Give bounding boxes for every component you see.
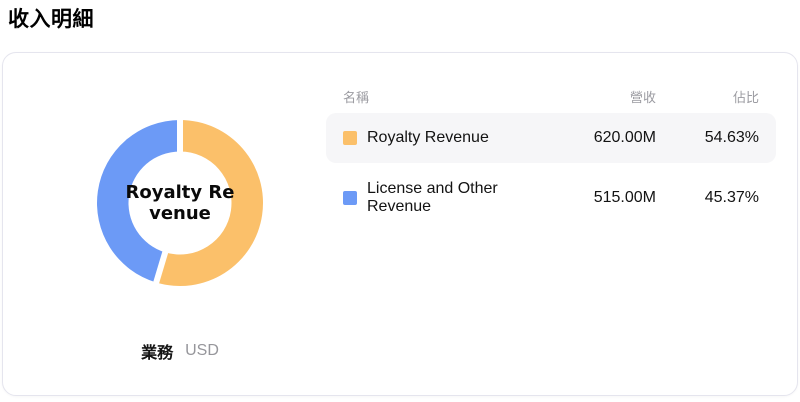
series-share-value: 54.63% — [704, 129, 759, 146]
series-name: License and Other Revenue — [367, 180, 498, 215]
header-share: 佔比 — [732, 90, 759, 105]
revenue-breakdown-card: Royalty Re venue 業務 USD 名稱 營收 佔比 Royalty… — [2, 52, 798, 396]
series-share-value: 45.37% — [704, 189, 759, 206]
series-revenue-value: 620.00M — [593, 129, 656, 146]
chart-caption-dimension: 業務 — [141, 345, 174, 362]
series-color-swatch — [343, 191, 357, 205]
series-revenue-value: 515.00M — [593, 189, 656, 206]
legend-table-header: 名稱 營收 佔比 — [326, 87, 776, 105]
legend-row-license-and-other-revenue[interactable]: License and Other Revenue 515.00M 45.37% — [326, 173, 776, 223]
header-name: 名稱 — [343, 90, 370, 105]
header-revenue: 營收 — [629, 90, 656, 105]
donut-chart[interactable]: Royalty Re venue — [80, 103, 280, 303]
chart-caption-currency: USD — [185, 342, 219, 359]
page-title: 收入明細 — [8, 8, 94, 31]
chart-caption: 業務 USD — [80, 339, 280, 363]
series-color-swatch — [343, 131, 357, 145]
donut-chart-svg[interactable] — [80, 103, 280, 303]
legend-table: 名稱 營收 佔比 Royalty Revenue 620.00M 54.63% … — [326, 87, 776, 233]
series-name: Royalty Revenue — [367, 129, 489, 146]
legend-row-royalty-revenue[interactable]: Royalty Revenue 620.00M 54.63% — [326, 113, 776, 163]
